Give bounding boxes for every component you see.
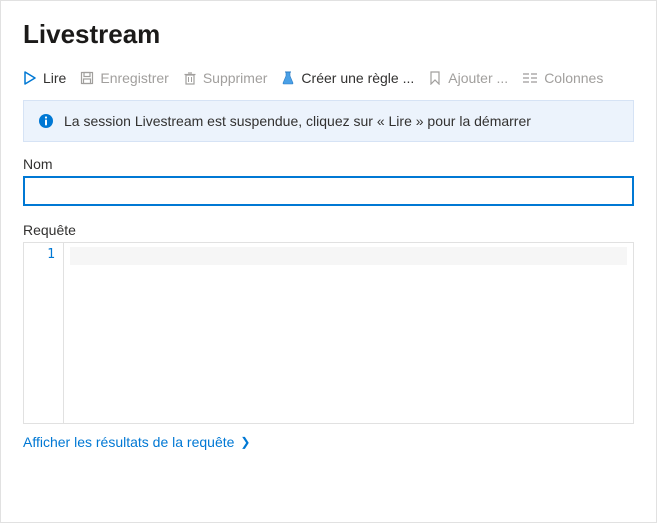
trash-icon <box>183 71 197 85</box>
info-banner: La session Livestream est suspendue, cli… <box>23 100 634 142</box>
add-label: Ajouter ... <box>448 70 508 86</box>
toolbar: Lire Enregistrer Supprimer Créer une règ… <box>23 70 634 86</box>
query-editor[interactable]: 1 <box>23 242 634 424</box>
columns-label: Colonnes <box>544 70 603 86</box>
play-button[interactable]: Lire <box>23 70 66 86</box>
delete-button[interactable]: Supprimer <box>183 70 268 86</box>
flask-icon <box>281 71 295 85</box>
add-button[interactable]: Ajouter ... <box>428 70 508 86</box>
query-label: Requête <box>23 222 634 238</box>
create-rule-label: Créer une règle ... <box>301 70 414 86</box>
name-label: Nom <box>23 156 634 172</box>
columns-icon <box>522 72 538 84</box>
chevron-right-icon: ❯ <box>240 435 250 449</box>
play-label: Lire <box>43 70 66 86</box>
save-button[interactable]: Enregistrer <box>80 70 168 86</box>
query-code-area[interactable] <box>64 243 633 423</box>
query-line <box>70 247 627 265</box>
info-icon <box>38 113 54 129</box>
page-title: Livestream <box>23 19 634 50</box>
create-rule-button[interactable]: Créer une règle ... <box>281 70 414 86</box>
delete-label: Supprimer <box>203 70 268 86</box>
save-label: Enregistrer <box>100 70 168 86</box>
line-number: 1 <box>28 247 55 262</box>
info-message: La session Livestream est suspendue, cli… <box>64 113 531 129</box>
play-icon <box>23 71 37 85</box>
query-gutter: 1 <box>24 243 64 423</box>
name-input[interactable] <box>23 176 634 206</box>
columns-button[interactable]: Colonnes <box>522 70 603 86</box>
show-results-label: Afficher les résultats de la requête <box>23 434 234 450</box>
save-icon <box>80 71 94 85</box>
show-results-link[interactable]: Afficher les résultats de la requête ❯ <box>23 434 634 450</box>
bookmark-icon <box>428 71 442 85</box>
